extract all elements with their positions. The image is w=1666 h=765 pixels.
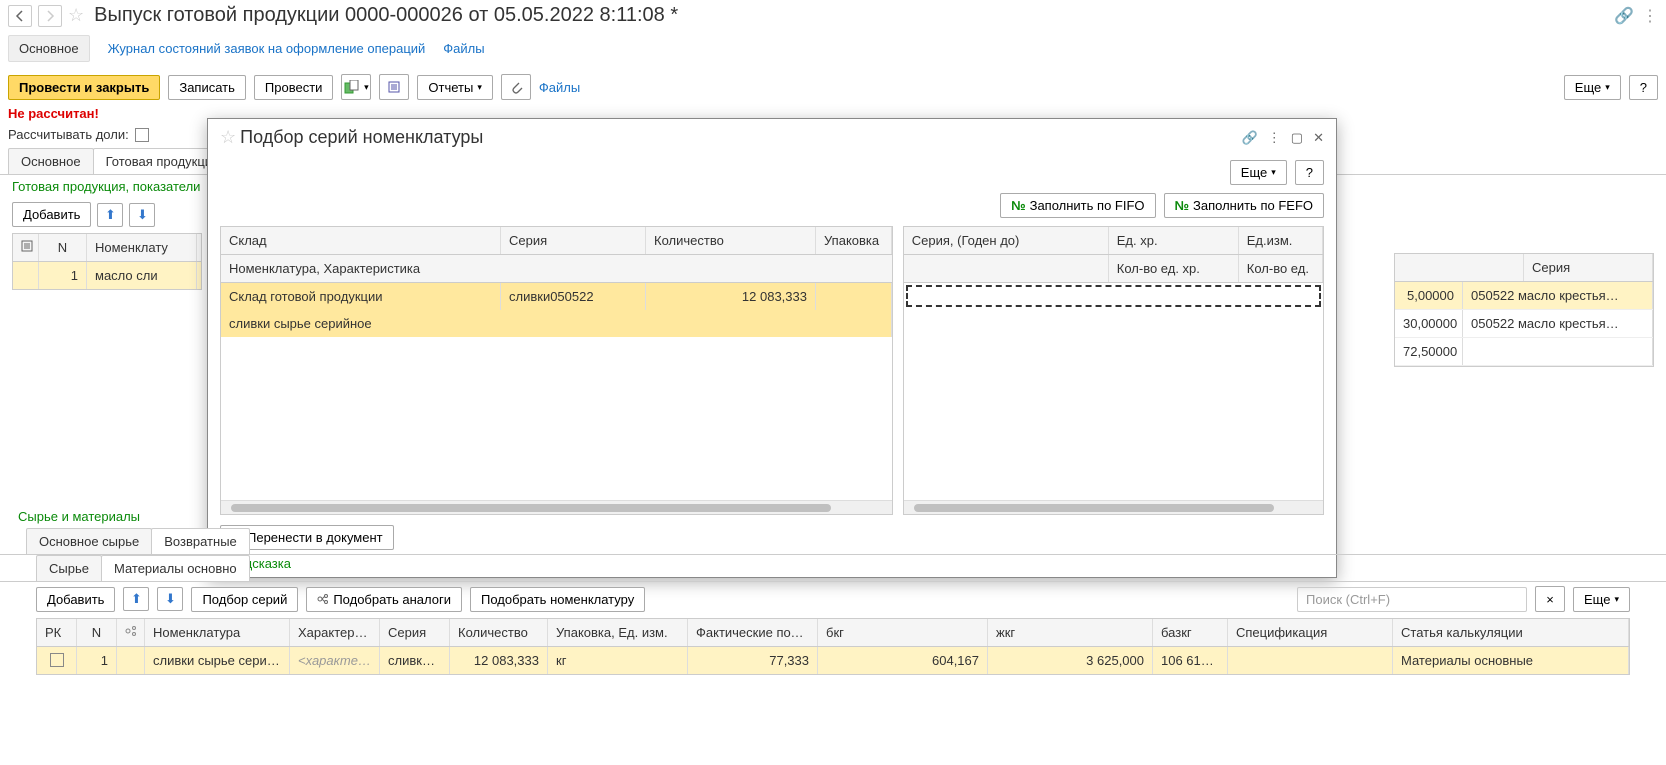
char-header: Характерист…	[290, 619, 380, 646]
create-based-on-button[interactable]: ▾	[341, 74, 371, 100]
modal-more-button[interactable]: Еще ▾	[1230, 160, 1287, 185]
list-icon-button[interactable]	[379, 74, 409, 100]
pick-series-button[interactable]: Подбор серий	[191, 587, 298, 612]
materials-section-title: Сырье и материалы	[0, 505, 1666, 528]
bkg-header: бкг	[818, 619, 988, 646]
right-qty2-header: Кол-во ед.	[1239, 255, 1323, 282]
right-series-header: Серия, (Годен до)	[904, 227, 1109, 254]
search-clear-button[interactable]: ×	[1535, 586, 1565, 612]
pick-nomenclature-button[interactable]: Подобрать номенклатуру	[470, 587, 645, 612]
move-down-button[interactable]: ⬇	[129, 203, 155, 227]
nomenclature-sub-header: Номенклатура, Характеристика	[221, 255, 892, 283]
search-input[interactable]: Поиск (Ctrl+F)	[1297, 587, 1527, 612]
fill-fifo-button[interactable]: № Заполнить по FIFO	[1000, 193, 1155, 218]
zkg-header: жкг	[988, 619, 1153, 646]
page-title: Выпуск готовой продукции 0000-000026 от …	[94, 4, 678, 27]
mat-move-down-button[interactable]: ⬇	[157, 587, 183, 611]
help-button[interactable]: ?	[1629, 75, 1658, 100]
nomenclature-header: Номенклату	[87, 234, 197, 261]
rk-header: РК	[37, 619, 77, 646]
right-edit-input[interactable]	[906, 285, 1321, 307]
bazkg-header: базкг	[1153, 619, 1228, 646]
series-header: Серия	[501, 227, 646, 254]
tab2-mat-main[interactable]: Материалы основно	[101, 555, 250, 581]
qty-header: Количество	[646, 227, 816, 254]
right-qty-header: Кол-во ед. хр.	[1109, 255, 1239, 282]
attach-button[interactable]	[501, 74, 531, 100]
add-product-button[interactable]: Добавить	[12, 202, 91, 227]
right-unit-header: Ед. хр.	[1109, 227, 1239, 254]
calc-icon-header	[13, 234, 39, 261]
main-tab-link[interactable]: Основное	[8, 35, 90, 62]
right-unit2-header: Ед.изм.	[1239, 227, 1323, 254]
modal-star-icon[interactable]: ☆	[220, 127, 236, 148]
modal-help-button[interactable]: ?	[1295, 160, 1324, 185]
nav-back-button[interactable]	[8, 5, 32, 27]
ic-header	[117, 619, 145, 646]
right-row-0[interactable]: 5,00000 050522 масло крестья…	[1395, 282, 1653, 310]
mat-n-header: N	[77, 619, 117, 646]
right-row-2[interactable]: 72,50000	[1395, 338, 1653, 366]
journal-link[interactable]: Журнал состояний заявок на оформление оп…	[108, 41, 426, 56]
tab-main[interactable]: Основное	[8, 148, 94, 174]
menu-dots-icon[interactable]: ⋮	[1642, 6, 1658, 26]
spec-header: Спецификация	[1228, 619, 1393, 646]
mat-series-header: Серия	[380, 619, 450, 646]
post-and-close-button[interactable]: Провести и закрыть	[8, 75, 160, 100]
right-series-table: Серия 5,00000 050522 масло крестья… 30,0…	[1394, 253, 1654, 367]
n-header: N	[39, 234, 87, 261]
mat-qty-header: Количество	[450, 619, 548, 646]
add-material-button[interactable]: Добавить	[36, 587, 115, 612]
favorite-star-icon[interactable]: ☆	[68, 5, 84, 26]
series-col-header: Серия	[1524, 254, 1653, 281]
sub-tab-returns[interactable]: Возвратные	[151, 528, 250, 554]
files-toolbar-link[interactable]: Файлы	[539, 80, 580, 95]
tab2-raw[interactable]: Сырье	[36, 555, 102, 581]
rk-checkbox[interactable]	[50, 653, 64, 667]
modal-title: Подбор серий номенклатуры	[240, 127, 483, 148]
write-button[interactable]: Записать	[168, 75, 246, 100]
calc-label: Рассчитывать доли:	[8, 127, 129, 142]
mat-more-button[interactable]: Еще ▾	[1573, 587, 1630, 612]
link-icon[interactable]: 🔗	[1614, 6, 1634, 26]
material-row[interactable]: 1 сливки сырье серий… <характери… сливки…	[37, 647, 1629, 674]
sub-tab-main-raw[interactable]: Основное сырье	[26, 528, 152, 554]
calc-checkbox[interactable]	[135, 128, 149, 142]
mat-pack-header: Упаковка, Ед. изм.	[548, 619, 688, 646]
nav-forward-button[interactable]	[38, 5, 62, 27]
warehouse-header: Склад	[221, 227, 501, 254]
modal-left-row-1[interactable]: сливки сырье серийное	[221, 310, 892, 337]
modal-close-icon[interactable]: ✕	[1313, 130, 1324, 146]
fill-fefo-button[interactable]: № Заполнить по FEFO	[1164, 193, 1324, 218]
files-link[interactable]: Файлы	[443, 41, 484, 56]
move-up-button[interactable]: ⬆	[97, 203, 123, 227]
loss-header: Фактические потери	[688, 619, 818, 646]
reports-button[interactable]: Отчеты ▾	[417, 75, 492, 100]
mat-move-up-button[interactable]: ⬆	[123, 587, 149, 611]
product-row[interactable]: 1 масло сли	[13, 262, 201, 289]
article-header: Статья калькуляции	[1393, 619, 1629, 646]
more-button[interactable]: Еще ▾	[1564, 75, 1621, 100]
pick-analogs-button[interactable]: Подобрать аналоги	[306, 587, 462, 612]
modal-left-row-0[interactable]: Склад готовой продукции сливки050522 12 …	[221, 283, 892, 310]
nom-header: Номенклатура	[145, 619, 290, 646]
modal-maximize-icon[interactable]: ▢	[1291, 130, 1303, 146]
right-row-1[interactable]: 30,00000 050522 масло крестья…	[1395, 310, 1653, 338]
pack-header: Упаковка	[816, 227, 892, 254]
post-button[interactable]: Провести	[254, 75, 334, 100]
modal-link-icon[interactable]: 🔗	[1242, 130, 1258, 146]
modal-menu-icon[interactable]: ⋮	[1268, 130, 1281, 146]
